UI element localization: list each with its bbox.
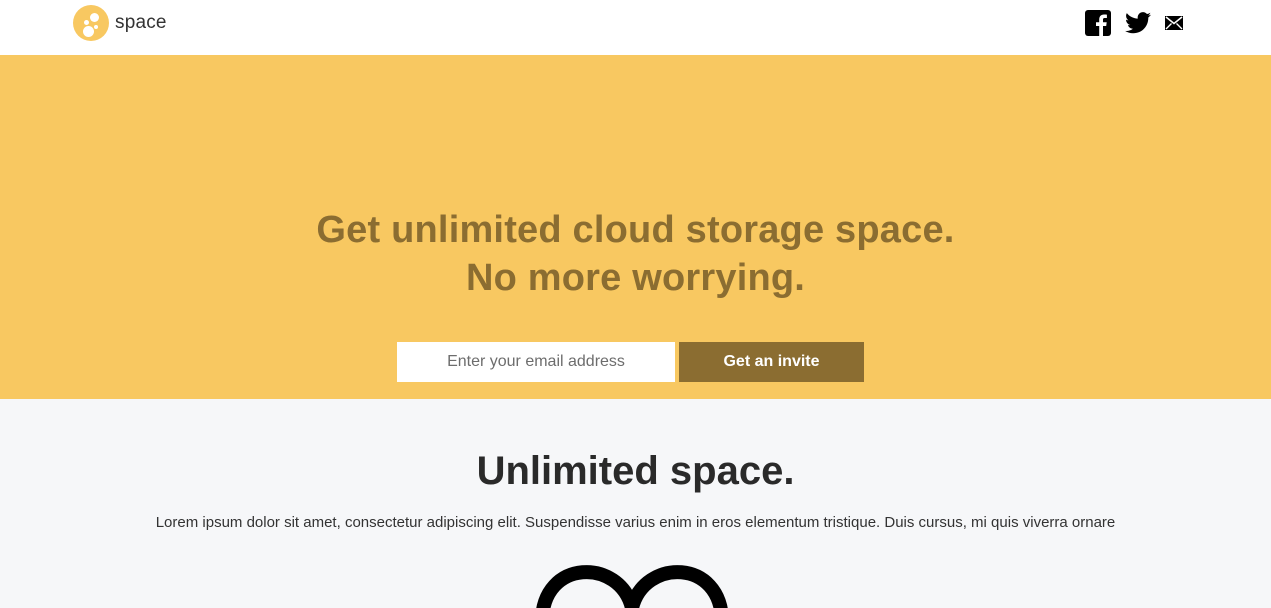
hero-title-line-2: No more worrying. — [465, 257, 806, 299]
twitter-icon[interactable] — [1125, 12, 1151, 34]
mail-icon[interactable] — [1165, 16, 1183, 30]
facebook-icon[interactable] — [1085, 10, 1111, 36]
infinity-icon — [530, 562, 735, 608]
social-links — [1085, 10, 1183, 36]
invite-form: Get an invite — [397, 342, 864, 382]
features-title: Unlimited space. — [476, 449, 795, 493]
brand-logo-icon — [73, 5, 109, 41]
brand-name: space — [115, 12, 167, 33]
brand-logo-link[interactable]: space — [73, 5, 167, 41]
features-description: Lorem ipsum dolor sit amet, consectetur … — [155, 514, 1116, 531]
top-navbar: space — [0, 0, 1271, 55]
features-section: Unlimited space. Lorem ipsum dolor sit a… — [0, 399, 1271, 608]
hero-title-line-1: Get unlimited cloud storage space. — [316, 209, 955, 251]
email-input[interactable] — [397, 342, 675, 382]
hero-section: Get unlimited cloud storage space. No mo… — [0, 55, 1271, 399]
get-invite-button[interactable]: Get an invite — [679, 342, 864, 382]
hero-title: Get unlimited cloud storage space. No mo… — [0, 206, 1271, 302]
